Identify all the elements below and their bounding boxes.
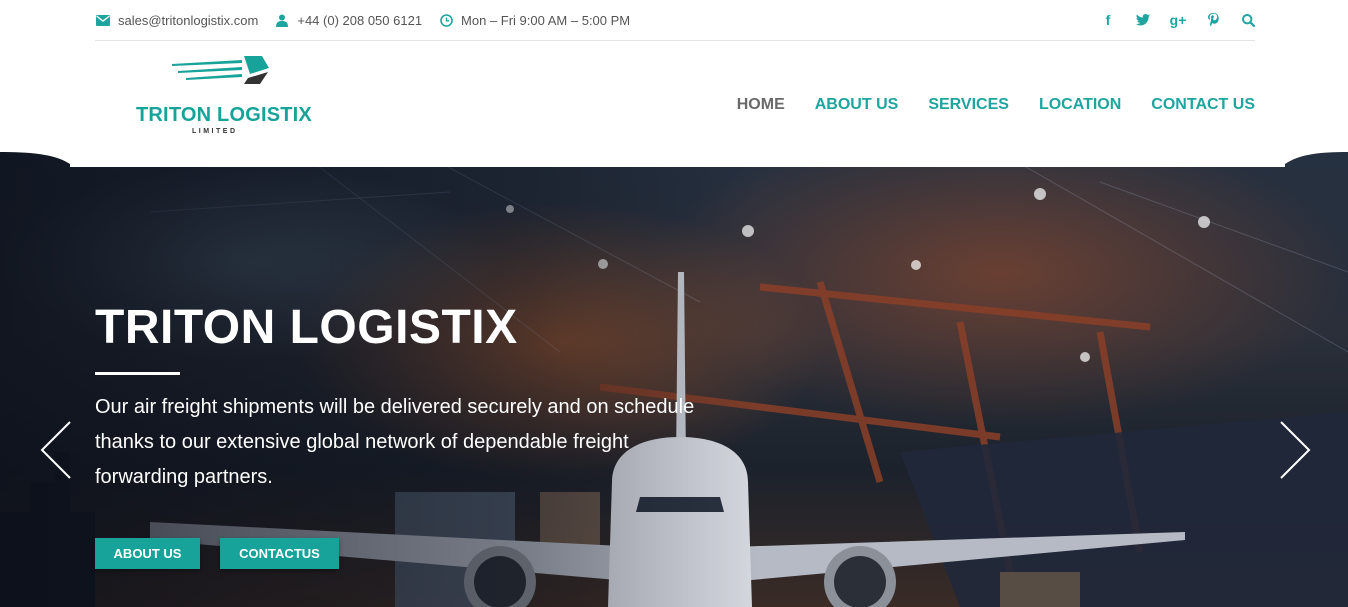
nav-contact-us[interactable]: CONTACT US <box>1151 96 1255 114</box>
contact-info: sales@tritonlogistix.com +44 (0) 208 050… <box>95 13 646 28</box>
nav-about-us[interactable]: ABOUT US <box>815 96 899 114</box>
topbar: sales@tritonlogistix.com +44 (0) 208 050… <box>95 0 1255 41</box>
about-us-button[interactable]: ABOUT US <box>95 538 200 569</box>
nav-services[interactable]: SERVICES <box>928 96 1009 114</box>
hero-title: TRITON LOGISTIX <box>95 301 518 354</box>
hero-description: Our air freight shipments will be delive… <box>95 396 695 488</box>
user-icon <box>274 13 290 27</box>
hours-text: Mon – Fri 9:00 AM – 5:00 PM <box>461 12 631 28</box>
email-info[interactable]: sales@tritonlogistix.com <box>95 13 258 28</box>
phone-text[interactable]: +44 (0) 208 050 6121 <box>297 13 422 28</box>
twitter-icon[interactable] <box>1136 14 1150 26</box>
logo-mark-icon <box>172 56 269 84</box>
facebook-icon[interactable]: f <box>1101 12 1115 28</box>
logo-name: TRITON LOGISTIX <box>136 104 312 126</box>
hours-info: Mon – Fri 9:00 AM – 5:00 PM <box>438 13 630 28</box>
hero-top-curve <box>0 152 1348 167</box>
clock-icon <box>438 13 454 27</box>
site-logo[interactable]: TRITON LOGISTIX LIMITED <box>136 54 312 140</box>
logo-subtitle: LIMITED <box>192 128 238 135</box>
nav-home[interactable]: HOME <box>737 96 785 114</box>
main-nav: HOME ABOUT US SERVICES LOCATION CONTACT … <box>737 96 1255 114</box>
search-icon[interactable] <box>1241 13 1255 27</box>
hero-title-underline <box>95 372 180 375</box>
email-text[interactable]: sales@tritonlogistix.com <box>118 13 258 28</box>
pinterest-icon[interactable] <box>1206 13 1220 27</box>
phone-info[interactable]: +44 (0) 208 050 6121 <box>274 13 422 28</box>
slider-next-arrow-icon[interactable] <box>1278 420 1312 480</box>
social-links: f g+ <box>1101 12 1255 28</box>
nav-location[interactable]: LOCATION <box>1039 96 1121 114</box>
slider-prev-arrow-icon[interactable] <box>39 420 73 480</box>
envelope-icon <box>95 13 111 27</box>
contact-us-button[interactable]: CONTACTUS <box>220 538 339 569</box>
hero-slider: TRITON LOGISTIX Our air freight shipment… <box>0 152 1348 607</box>
google-plus-icon[interactable]: g+ <box>1170 12 1187 28</box>
